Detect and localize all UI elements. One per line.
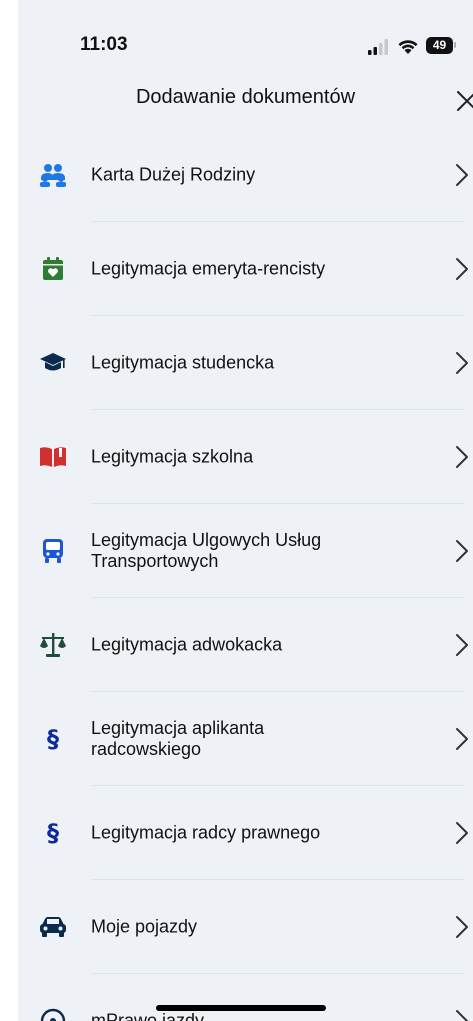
status-time: 11:03: [80, 34, 128, 55]
list-item-karta-duzej-rodziny[interactable]: Karta Dużej Rodziny: [18, 128, 473, 222]
battery-level: 49: [432, 38, 447, 52]
status-bar: 11:03 49: [18, 0, 473, 80]
list-item-legitymacja-adwokacka[interactable]: Legitymacja adwokacka: [18, 598, 473, 692]
list-item-mprawo-jazdy[interactable]: mPrawo jazdy: [18, 974, 473, 1021]
chevron-right-icon: [456, 164, 468, 186]
list-item-label: Legitymacja emeryta-rencisty: [91, 258, 326, 279]
scales-icon: [38, 631, 68, 659]
app-screen: 11:03 49 Dodawanie dokumentów Karta Duże…: [18, 0, 473, 1021]
list-item-label: Legitymacja szkolna: [91, 446, 254, 467]
chevron-right-icon: [456, 1010, 468, 1021]
page-title: Dodawanie dokumentów: [135, 86, 356, 108]
paragraph-icon: §: [47, 725, 59, 753]
list-item-legitymacja-aplikanta-radcowskiego[interactable]: § Legitymacja aplikanta radcowskiego: [18, 692, 473, 786]
chevron-right-icon: [456, 728, 468, 750]
list-item-label: Legitymacja adwokacka: [91, 634, 283, 655]
list-item-label: Moje pojazdy: [91, 916, 198, 937]
chevron-right-icon: [456, 352, 468, 374]
paragraph-icon: §: [47, 819, 59, 847]
status-icons: 49: [353, 33, 473, 57]
open-book-icon: [38, 443, 68, 471]
battery-icon: 49: [426, 37, 453, 54]
list-item-legitymacja-emeryta-rencisty[interactable]: Legitymacja emeryta-rencisty: [18, 222, 473, 316]
chevron-right-icon: [456, 258, 468, 280]
list-item-legitymacja-szkolna[interactable]: Legitymacja szkolna: [18, 410, 473, 504]
list-item-moje-pojazdy[interactable]: Moje pojazdy: [18, 880, 473, 974]
close-button[interactable]: [452, 88, 473, 114]
calendar-heart-icon: [38, 255, 68, 283]
list-item-label: Legitymacja Ulgowych Usług Transportowyc…: [91, 530, 322, 571]
list-item-label: Legitymacja studencka: [91, 352, 275, 373]
list-item-legitymacja-ulgowych-uslug-transportowych[interactable]: Legitymacja Ulgowych Usług Transportowyc…: [18, 504, 473, 598]
bus-icon: [38, 537, 68, 565]
close-icon: [457, 91, 473, 111]
signal-icon: [368, 39, 388, 55]
chevron-right-icon: [456, 634, 468, 656]
battery-cap: [454, 42, 456, 48]
chevron-right-icon: [456, 446, 468, 468]
home-indicator[interactable]: [156, 1005, 326, 1011]
chevron-right-icon: [456, 822, 468, 844]
steering-wheel-icon: [38, 1007, 68, 1021]
document-type-list: Karta Dużej Rodziny Legitymacja emeryta-…: [18, 128, 473, 1021]
list-item-label: Legitymacja radcy prawnego: [91, 822, 321, 843]
list-item-legitymacja-radcy-prawnego[interactable]: § Legitymacja radcy prawnego: [18, 786, 473, 880]
list-item-label: Legitymacja aplikanta radcowskiego: [91, 718, 265, 759]
graduation-cap-icon: [38, 349, 68, 377]
list-item-label: Karta Dużej Rodziny: [91, 164, 256, 185]
family-icon: [38, 161, 68, 189]
list-item-legitymacja-studencka[interactable]: Legitymacja studencka: [18, 316, 473, 410]
wifi-icon: [398, 40, 418, 54]
chevron-right-icon: [456, 916, 468, 938]
list-item-label: mPrawo jazdy: [91, 1010, 205, 1021]
car-icon: [38, 913, 68, 941]
chevron-right-icon: [456, 540, 468, 562]
